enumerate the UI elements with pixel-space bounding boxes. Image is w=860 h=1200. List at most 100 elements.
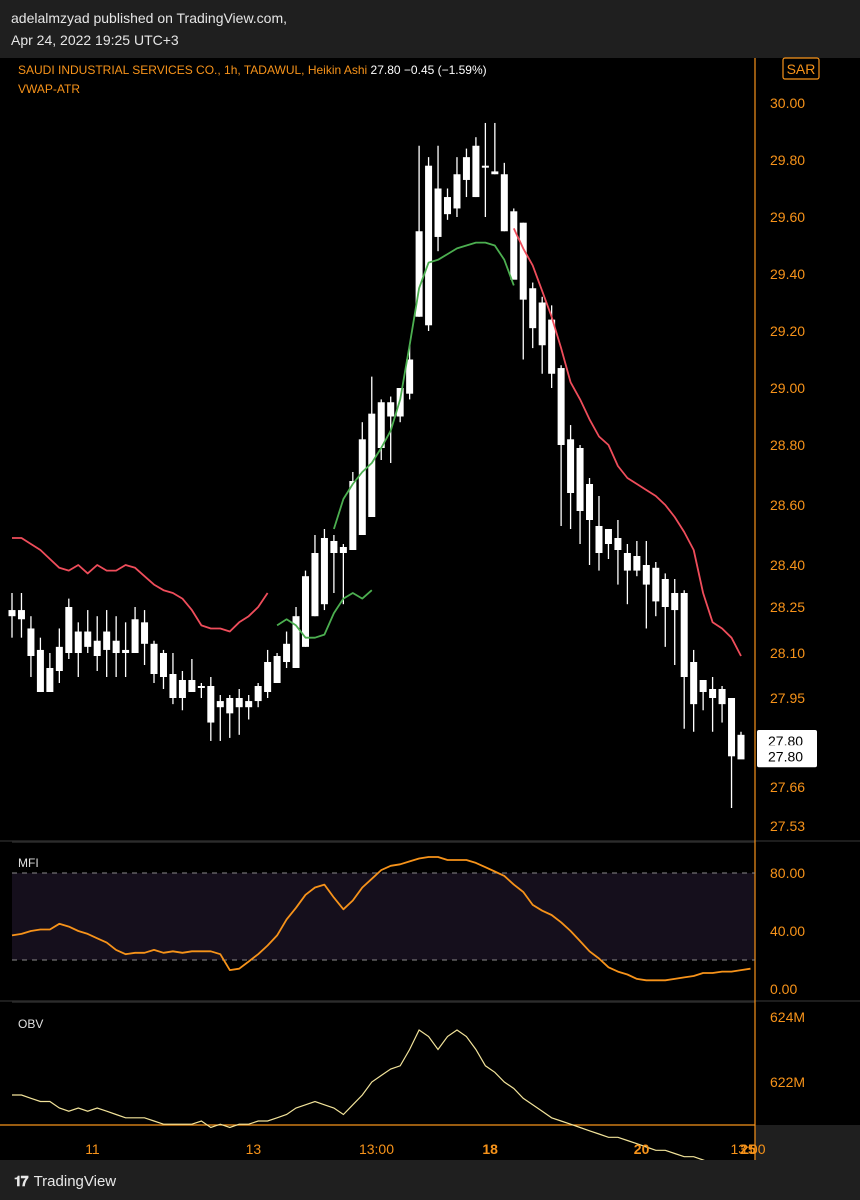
time-tick-label: 13 (246, 1141, 262, 1157)
candle (65, 598, 73, 659)
publish-date: Apr 24, 2022 19:25 UTC+3 (11, 32, 179, 48)
candle-body (387, 402, 395, 417)
candle-body (188, 680, 196, 692)
candle-body (519, 222, 527, 300)
candle-body (226, 698, 234, 714)
indicator-label: VWAP-ATR (18, 82, 80, 96)
candle-body (358, 439, 366, 535)
price-tick-label: 29.60 (770, 209, 805, 225)
candle-body (320, 538, 328, 605)
footer-brand: TradingView (33, 1172, 117, 1190)
mfi-tick-label: 0.00 (770, 981, 797, 997)
candle-body (444, 197, 452, 215)
candle-body (690, 662, 698, 705)
time-tick-label: 13:00 (359, 1141, 394, 1157)
candle-body (330, 541, 338, 553)
candle-body (150, 643, 158, 674)
footer: 𝟏𝟕 TradingView (14, 1170, 116, 1192)
candle-body (472, 145, 480, 198)
price-tick-label: 28.80 (770, 437, 805, 453)
candle-body (8, 610, 16, 617)
price-tick-label: 30.00 (770, 95, 805, 111)
candle-body (453, 174, 461, 209)
price-tick-label: 29.00 (770, 380, 805, 396)
candle (273, 653, 281, 683)
price-tick-label: 28.25 (770, 599, 805, 615)
candle-body (623, 553, 631, 571)
candle-body (709, 689, 717, 698)
candle-body (377, 402, 385, 448)
candle-body (159, 653, 167, 677)
candle-body (283, 643, 291, 662)
obv-tick-label: 624M (770, 1009, 805, 1025)
candle-body (671, 593, 679, 611)
candle-body (254, 686, 262, 702)
candle-body (245, 701, 253, 708)
candle-body (567, 439, 575, 493)
obv-pane (12, 1003, 755, 1125)
price-pane (12, 58, 755, 841)
candle-body (557, 368, 565, 445)
candle-body (491, 171, 499, 175)
candle (510, 208, 518, 280)
candle-body (462, 157, 470, 180)
candle-body (425, 165, 433, 326)
candle (320, 529, 328, 611)
price-tick-label: 27.53 (770, 818, 805, 834)
currency-label: SAR (787, 61, 816, 77)
candle-body (273, 656, 281, 683)
candle-body (718, 689, 726, 705)
candle-body (36, 649, 44, 692)
candle-body (46, 668, 54, 692)
candle (472, 137, 480, 198)
candle-body (633, 556, 641, 571)
candle-body (235, 698, 243, 708)
price-tick-label: 29.40 (770, 266, 805, 282)
candle-body (661, 579, 669, 607)
time-tick-label: 18 (482, 1141, 498, 1157)
mfi-tick-label: 40.00 (770, 923, 805, 939)
candle-body (264, 662, 272, 692)
candle-body (680, 593, 688, 677)
candle-body (728, 698, 736, 757)
candle-body (169, 674, 177, 698)
candle-body (141, 622, 149, 644)
publisher-line: adelalmzyad published on TradingView.com… (11, 10, 288, 26)
candle-body (197, 686, 205, 688)
price-tick-label: 28.60 (770, 497, 805, 513)
candle-body (538, 302, 546, 346)
candle-body (103, 631, 111, 650)
candle-body (510, 211, 518, 280)
candle-body (349, 481, 357, 550)
candle-body (27, 628, 35, 656)
candle-body (339, 547, 347, 553)
candle-body (74, 631, 82, 653)
candle-body (216, 701, 224, 708)
time-tick-label: 25 (740, 1141, 756, 1157)
candle-body (434, 188, 442, 237)
candle-body (529, 288, 537, 329)
mfi-band (12, 873, 755, 960)
candle-body (699, 680, 707, 692)
candle-body (65, 607, 73, 653)
mfi-label: MFI (18, 856, 39, 870)
candle-body (481, 165, 489, 168)
candle-body (576, 448, 584, 511)
price-tick-label: 27.66 (770, 779, 805, 795)
candle-body (604, 529, 612, 544)
candle-body (614, 538, 622, 550)
candle-body (178, 680, 186, 698)
chart-area[interactable]: SAUDI INDUSTRIAL SERVICES CO., 1h, TADAW… (0, 55, 860, 1160)
candle-body (595, 526, 603, 553)
candle-body (55, 646, 63, 671)
candle-body (737, 734, 745, 760)
price-tick-label: 28.40 (770, 557, 805, 573)
mfi-tick-label: 80.00 (770, 865, 805, 881)
candle-body (93, 640, 101, 656)
last-value: 27.80 (371, 63, 404, 77)
price-label-text: 27.80 (768, 748, 803, 764)
price-tick-label: 27.95 (770, 690, 805, 706)
candle (425, 157, 433, 331)
candle-body (500, 174, 508, 232)
candle-body (84, 631, 92, 647)
